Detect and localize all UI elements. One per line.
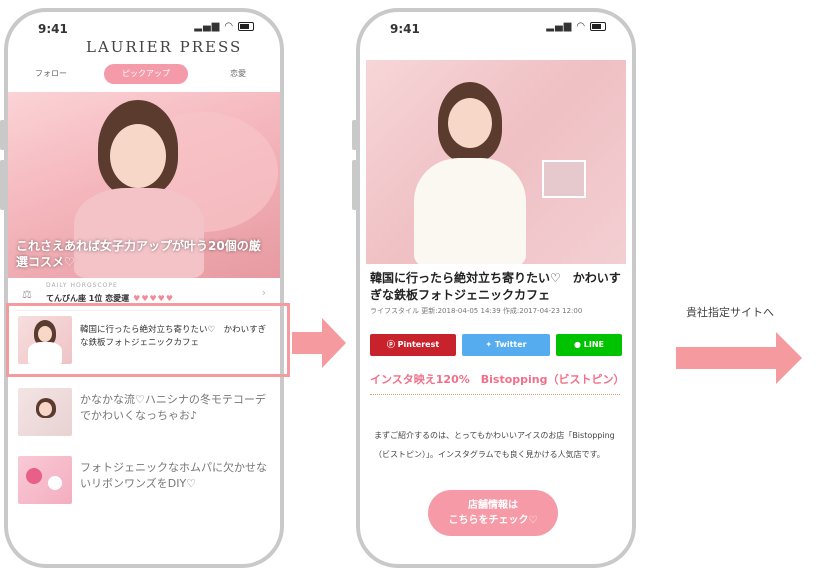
brand-logo: LAURIER PRESS (86, 38, 243, 56)
tab-love[interactable]: 恋愛 (218, 64, 258, 84)
chevron-right-icon: › (261, 286, 266, 299)
battery-icon (238, 21, 254, 31)
photo-frame-prop (542, 160, 586, 198)
article-body: まずご紹介するのは、とってもかわいいアイスのお店「Bistopping（ビストピ… (374, 431, 615, 459)
phone-feed-screen: 9:41 ▂▄▆ ◠ LAURIER PRESS フォロー ピックアップ 恋愛 … (4, 8, 284, 568)
status-icons: ▂▄▆ ◠ (546, 21, 606, 32)
signal-icon: ▂▄▆ (194, 21, 221, 32)
twitter-share-button[interactable]: ✦ Twitter (462, 334, 550, 356)
status-time: 9:41 (38, 22, 68, 36)
tab-follow[interactable]: フォロー (26, 64, 76, 84)
status-time: 9:41 (390, 22, 420, 36)
face-shape (39, 402, 52, 416)
face-shape (110, 124, 166, 188)
status-icons: ▂▄▆ ◠ (194, 21, 254, 32)
arrow-head (776, 332, 802, 384)
horoscope-text: てんびん座 1位 恋愛運 (46, 294, 130, 303)
line-share-button[interactable]: ● LINE (556, 334, 622, 356)
arrow-shaft (292, 332, 322, 354)
category-tabs: フォロー ピックアップ 恋愛 (18, 64, 270, 88)
shop-info-button[interactable]: 店舗情報は こちらをチェック♡ (428, 490, 558, 536)
list-item[interactable]: かなかな流♡ハニシナの冬モテコーデでかわいくなっちゃお♪ (14, 382, 274, 438)
destination-label: 貴社指定サイトへ (686, 306, 774, 319)
signal-icon: ▂▄▆ (546, 21, 573, 32)
arrow-shaft (676, 347, 780, 369)
twitter-icon: ✦ (485, 340, 495, 349)
section-heading: インスタ映え120% Bistopping（ビストピン） (370, 372, 625, 395)
article-meta: ライフスタイル 更新:2018-04-05 14:39 作成:2017-04-2… (370, 307, 583, 315)
cta-line1: 店舗情報は (468, 500, 518, 511)
face-shape (448, 98, 492, 148)
line-label: LINE (583, 340, 604, 349)
article-hero-image (366, 60, 626, 264)
status-bar: 9:41 ▂▄▆ ◠ (360, 12, 632, 38)
article-model-image (396, 70, 546, 264)
status-bar: 9:41 ▂▄▆ ◠ (8, 12, 280, 38)
list-item-title: かなかな流♡ハニシナの冬モテコーデでかわいくなっちゃお♪ (80, 393, 266, 422)
article-title: 韓国に行ったら絶対立ち寄りたい♡ かわいすぎな鉄板フォトジェニックカフェ (370, 271, 621, 302)
flow-arrow (676, 332, 804, 384)
pinterest-share-button[interactable]: ⓟ Pinterest (370, 334, 456, 356)
twitter-label: Twitter (494, 340, 527, 349)
arrow-head (322, 318, 346, 368)
body-shape (414, 158, 526, 264)
scale-icon: ⚖ (22, 288, 32, 301)
horoscope-subtitle: DAILY HOROSCOPE (46, 282, 118, 289)
flow-arrow (292, 318, 348, 368)
phone-article-screen: 9:41 ▂▄▆ ◠ 韓国に行ったら絶対立ち寄りたい♡ かわいすぎな鉄板フォトジ… (356, 8, 636, 568)
ribbon-wand-shape (26, 468, 42, 484)
battery-icon (590, 21, 606, 31)
article-thumbnail (18, 388, 72, 436)
article-thumbnail (18, 456, 72, 504)
list-item[interactable]: フォトジェニックなホムパに欠かせないリボンワンズをDIY♡ (14, 450, 274, 506)
hero-title: これさえあれば女子力アップが叶う20個の厳選コスメ♡ (16, 239, 261, 269)
wifi-icon: ◠ (224, 21, 234, 32)
wifi-icon: ◠ (576, 21, 586, 32)
tab-pickup[interactable]: ピックアップ (104, 64, 188, 84)
hero-article-card[interactable]: これさえあれば女子力アップが叶う20個の厳選コスメ♡ (8, 92, 280, 278)
pinterest-icon: ⓟ (386, 340, 398, 349)
pinterest-label: Pinterest (397, 340, 440, 349)
ribbon-wand-shape (48, 476, 62, 490)
selected-article-highlight (6, 303, 290, 377)
list-item-title: フォトジェニックなホムパに欠かせないリボンワンズをDIY♡ (80, 461, 267, 490)
heart-rating: ♥♥♥♥♥ (133, 294, 174, 303)
line-icon: ● (574, 340, 584, 349)
cta-line2: こちらをチェック♡ (448, 515, 538, 526)
